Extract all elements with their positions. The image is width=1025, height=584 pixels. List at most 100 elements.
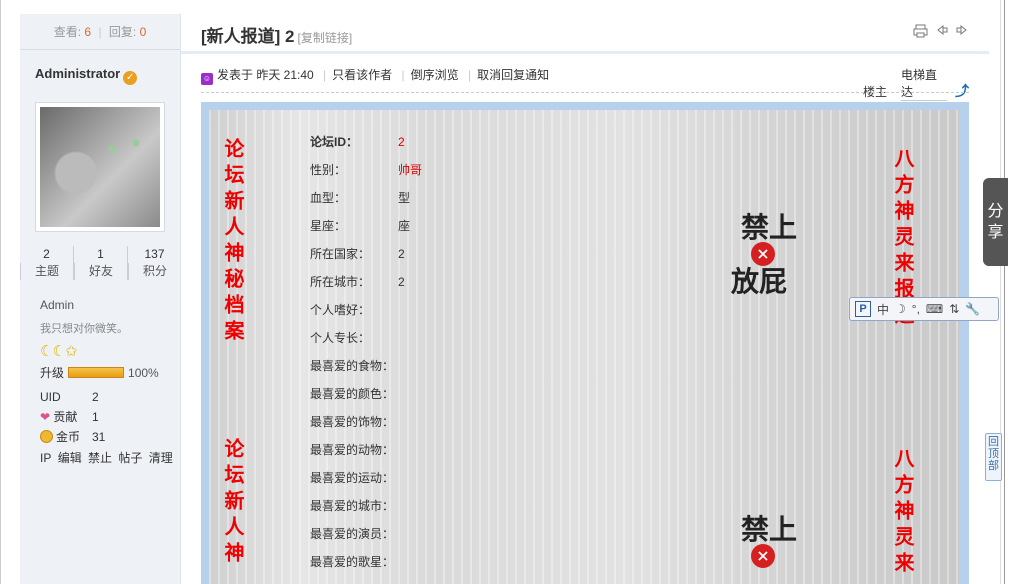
print-icon[interactable] xyxy=(913,24,928,41)
ime-logo-icon[interactable]: P xyxy=(855,301,871,317)
profile-field-value: 2 xyxy=(398,247,405,261)
author-name[interactable]: Administrator xyxy=(35,66,120,81)
copy-link[interactable]: [复制链接] xyxy=(298,31,353,45)
thread-title: [新人报道] 2 xyxy=(201,27,295,46)
profile-field-label: 最喜爱的城市： xyxy=(310,499,395,513)
meta-divider: | xyxy=(468,68,472,82)
jump-to-floor-input[interactable]: 电梯直达 xyxy=(901,66,947,101)
verified-icon: ✓ xyxy=(123,71,138,85)
stamp-top-text: 禁上 xyxy=(741,211,798,244)
profile-field-value: 帅哥 xyxy=(398,163,423,177)
contrib-value: 1 xyxy=(92,410,99,424)
ime-keyboard-icon[interactable]: ⌨ xyxy=(926,302,943,316)
profile-field-label: 个人嗜好： xyxy=(310,303,371,317)
profile-field-label: 最喜爱的运动： xyxy=(310,471,395,485)
level-label: 升级 xyxy=(40,366,65,380)
browser-frame: 查看: 6 | 回复: 0 Administrator ✓ 2 主题 1 好友 137… xyxy=(0,0,1025,584)
replies-count: 0 xyxy=(139,25,147,39)
profile-field-label: 性别： xyxy=(310,163,347,177)
ime-mode-toggle[interactable]: 中 xyxy=(877,301,889,318)
heart-icon: ❤ xyxy=(40,410,51,424)
profile-field-value: 型 xyxy=(398,191,411,205)
scrollbar-edge xyxy=(1004,0,1005,584)
back-to-top-button[interactable]: 回顶部 xyxy=(985,433,1002,481)
reverse-order-link[interactable]: 倒序浏览 xyxy=(411,68,459,82)
profile-field-label: 个人专长： xyxy=(310,331,371,345)
profile-field-row: 个人专长： xyxy=(310,330,422,358)
jump-go-icon[interactable]: ⤴ xyxy=(955,81,969,101)
meta-dashed-divider xyxy=(201,92,969,93)
poster-right-text-repeat: 八方神灵来 xyxy=(891,448,915,578)
online-status-icon: ☺ xyxy=(201,73,213,85)
author-signature: 我只想对你微笑。 xyxy=(40,323,128,335)
admin-clean-link[interactable]: 清理 xyxy=(149,451,173,465)
post-meta-bar: ☺ 发表于 昨天 21:40 | 只看该作者 | 倒序浏览 | 取消回复通知 楼主电梯直… xyxy=(201,66,969,101)
stat-topics-value: 2 xyxy=(43,247,50,261)
ime-punct-icon[interactable]: °, xyxy=(912,302,920,316)
stat-friends-label: 好友 xyxy=(74,263,127,280)
profile-field-row: 星座： 座 xyxy=(310,218,422,246)
profile-field-label: 最喜爱的食物： xyxy=(310,359,395,373)
profile-fields: 论坛ID： 2 性别： 帅哥 血型： 型星座： 座所在国家： 2 所在城市： 2 个人嗜好： 个人专长… xyxy=(310,134,422,582)
ime-halfwidth-icon[interactable]: ☽ xyxy=(895,302,906,316)
admin-ip-link[interactable]: IP xyxy=(40,451,51,465)
stat-topics[interactable]: 2 主题 xyxy=(20,246,73,280)
profile-field-row: 个人嗜好： xyxy=(310,302,422,330)
admin-edit-link[interactable]: 编辑 xyxy=(58,451,82,465)
profile-field-value: 2 xyxy=(398,135,405,149)
post-time: 发表于 昨天 21:40 xyxy=(217,68,314,82)
profile-field-row: 性别： 帅哥 xyxy=(310,162,422,190)
prev-thread-icon[interactable] xyxy=(936,24,948,41)
profile-field-label: 星座： xyxy=(310,219,347,233)
avatar[interactable] xyxy=(40,107,160,227)
next-thread-icon[interactable] xyxy=(956,24,968,41)
profile-field-row: 最喜爱的城市： xyxy=(310,498,422,526)
level-progress-bar xyxy=(68,367,125,378)
author-role[interactable]: Admin xyxy=(40,298,74,312)
meta-divider: | xyxy=(401,68,405,82)
contrib-row: ❤ 贡献 1 xyxy=(40,408,99,425)
rank-moon-icons: ☾☾✩ xyxy=(40,343,77,360)
stamp-bottom-text: 放屁 xyxy=(731,265,788,298)
uid-value: 2 xyxy=(92,390,99,404)
page: 查看: 6 | 回复: 0 Administrator ✓ 2 主题 1 好友 137… xyxy=(1,0,1001,584)
profile-field-label: 论坛ID： xyxy=(310,135,359,149)
only-author-link[interactable]: 只看该作者 xyxy=(332,68,392,82)
profile-field-row: 论坛ID： 2 xyxy=(310,134,422,162)
author-sidebar: 查看: 6 | 回复: 0 Administrator ✓ 2 主题 1 好友 137… xyxy=(20,14,181,584)
page-scrollbar[interactable] xyxy=(1000,0,1025,584)
stat-points-label: 积分 xyxy=(128,263,181,280)
post-content: 论坛新人神秘档案 论坛新人神 八方神灵来报道 八方神灵来 禁上 × 放屁 禁上 … xyxy=(201,102,969,584)
stamp-x-icon: × xyxy=(751,544,775,568)
coin-icon xyxy=(40,430,53,443)
profile-field-row: 最喜爱的颜色： xyxy=(310,386,422,414)
profile-field-value: 2 xyxy=(398,275,405,289)
profile-field-label: 所在国家： xyxy=(310,247,371,261)
profile-field-row: 最喜爱的食物： xyxy=(310,358,422,386)
ime-switch-icon[interactable]: ⇅ xyxy=(949,302,959,316)
cancel-notify-link[interactable]: 取消回复通知 xyxy=(477,68,549,82)
profile-field-label: 血型： xyxy=(310,191,347,205)
contrib-label: 贡献 xyxy=(53,410,78,424)
admin-ban-link[interactable]: 禁止 xyxy=(88,451,112,465)
meta-divider: | xyxy=(323,68,327,82)
stat-points[interactable]: 137 积分 xyxy=(127,246,181,280)
admin-posts-link[interactable]: 帖子 xyxy=(118,451,142,465)
uid-row: UID 2 xyxy=(40,390,99,404)
avatar-frame[interactable] xyxy=(35,102,165,232)
stat-friends[interactable]: 1 好友 xyxy=(73,246,127,280)
ime-settings-icon[interactable]: 🔧 xyxy=(965,302,980,316)
poster-left-text: 论坛新人神秘档案 xyxy=(221,138,245,346)
profile-field-row: 所在国家： 2 xyxy=(310,246,422,274)
profile-field-row: 最喜爱的运动： xyxy=(310,470,422,498)
thread-stats: 查看: 6 | 回复: 0 xyxy=(20,14,180,50)
stat-topics-label: 主题 xyxy=(20,263,73,280)
ime-toolbar[interactable]: P 中 ☽ °, ⌨ ⇅ 🔧 xyxy=(849,297,999,321)
profile-field-label: 最喜爱的演员： xyxy=(310,527,395,541)
share-button[interactable]: 分享 xyxy=(983,178,1008,266)
level-percent: 100% xyxy=(128,366,159,380)
profile-field-value: 座 xyxy=(398,219,411,233)
views-label: 查看: xyxy=(53,25,82,39)
thread-title-row: [新人报道] 2 [复制链接] xyxy=(201,22,352,47)
profile-field-label: 最喜爱的动物： xyxy=(310,443,395,457)
